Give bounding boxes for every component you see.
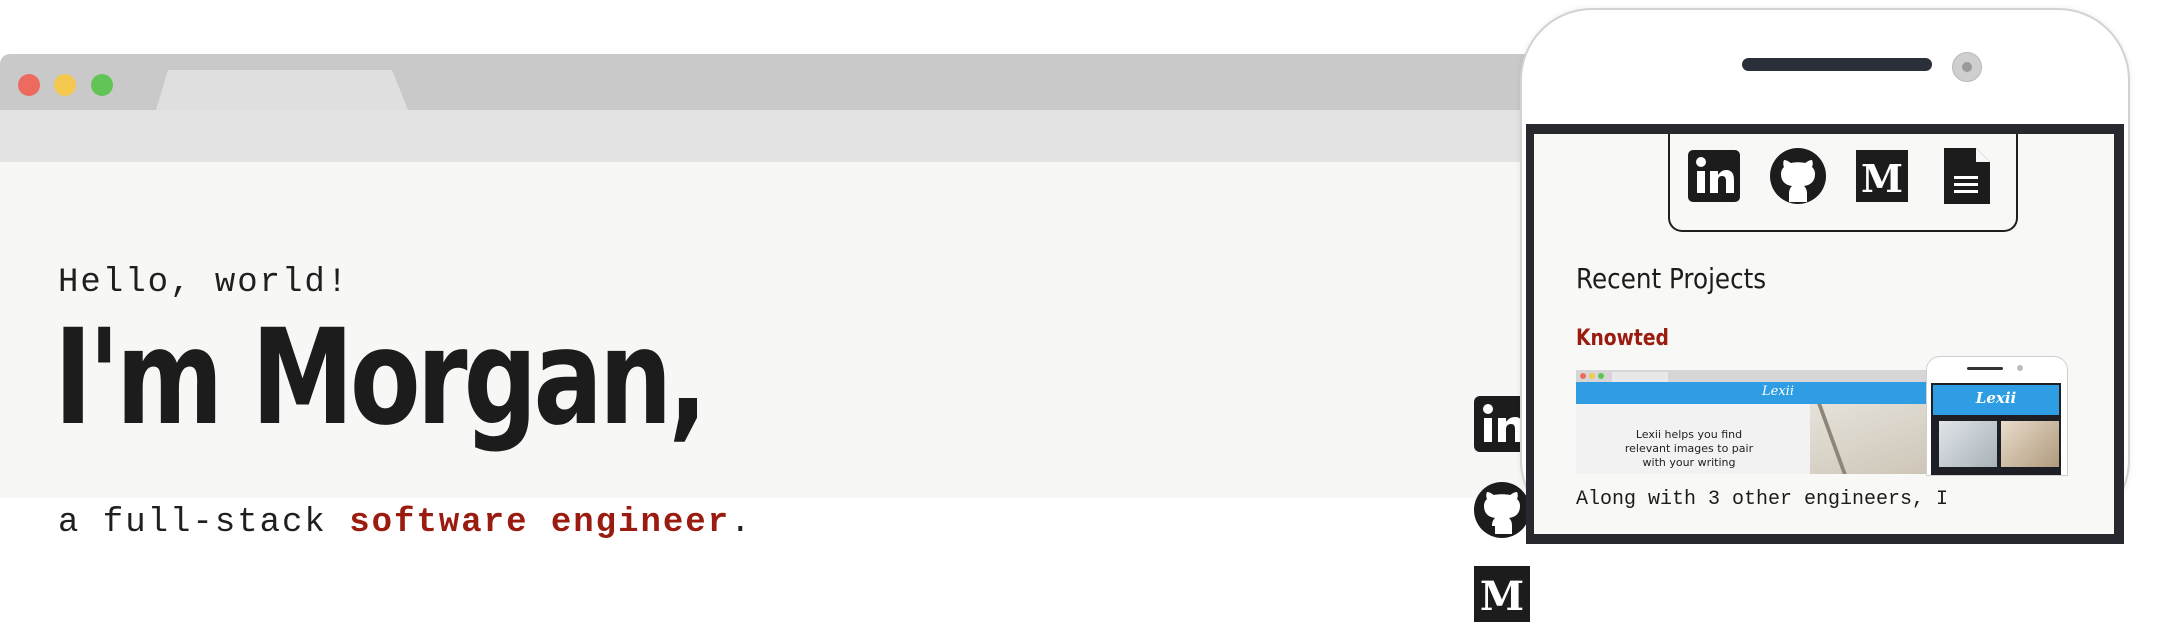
project-description: Along with 3 other engineers, I — [1576, 488, 1949, 511]
preview-browser: Lexii Lexii helps you find relevant imag… — [1576, 370, 1980, 474]
hero-name-heading: I'm Morgan, — [54, 301, 708, 455]
medium-icon[interactable]: M — [1472, 564, 1532, 624]
svg-text:M: M — [1480, 573, 1524, 620]
phone-speaker — [1742, 58, 1932, 71]
preview-phone-header: Lexii — [1933, 385, 2059, 415]
maximize-window-dot[interactable] — [91, 74, 113, 96]
tagline-prefix: a full-stack — [58, 504, 350, 542]
document-icon[interactable] — [1936, 146, 1996, 206]
preview-watch-image — [2001, 421, 2059, 467]
preview-logo: Lexii — [1762, 384, 1794, 399]
preview-clock-image — [1939, 421, 1997, 467]
recent-projects-heading: Recent Projects — [1576, 262, 1767, 295]
project-preview-image[interactable]: Lexii Lexii helps you find relevant imag… — [1576, 356, 2076, 476]
browser-tab[interactable] — [156, 70, 408, 110]
greeting-text: Hello, world! — [58, 264, 350, 302]
desktop-browser-mock: Hello, world! I'm Morgan, a full-stack s… — [0, 54, 1560, 622]
minimize-window-dot[interactable] — [54, 74, 76, 96]
tagline-highlight: software engineer — [349, 504, 731, 542]
tagline-suffix: . — [730, 504, 753, 542]
phone-camera — [1952, 52, 1982, 82]
preview-body: Lexii helps you find relevant images to … — [1576, 404, 1980, 474]
preview-phone: Lexii — [1926, 356, 2068, 476]
svg-text:M: M — [1861, 156, 1903, 201]
github-icon[interactable] — [1472, 480, 1532, 540]
mobile-device-mock: M Recent Projects Knowted Lexii Lexii he… — [1520, 8, 2130, 544]
close-window-dot[interactable] — [18, 74, 40, 96]
linkedin-icon[interactable] — [1684, 146, 1744, 206]
preview-caption: Lexii helps you find relevant images to … — [1624, 428, 1754, 469]
preview-browser-bar — [1576, 370, 1980, 382]
project-title-link[interactable]: Knowted — [1576, 326, 1669, 351]
mobile-social-links: M — [1668, 134, 2018, 232]
phone-screen: M Recent Projects Knowted Lexii Lexii he… — [1534, 134, 2114, 534]
preview-header: Lexii — [1576, 382, 1980, 404]
preview-phone-logo: Lexii — [1975, 389, 2017, 407]
browser-titlebar — [0, 54, 1560, 110]
page-content: Hello, world! I'm Morgan, a full-stack s… — [0, 162, 1560, 622]
medium-icon[interactable]: M — [1852, 146, 1912, 206]
tagline: a full-stack software engineer. — [58, 504, 753, 542]
browser-toolbar — [0, 110, 1560, 162]
github-icon[interactable] — [1768, 146, 1828, 206]
